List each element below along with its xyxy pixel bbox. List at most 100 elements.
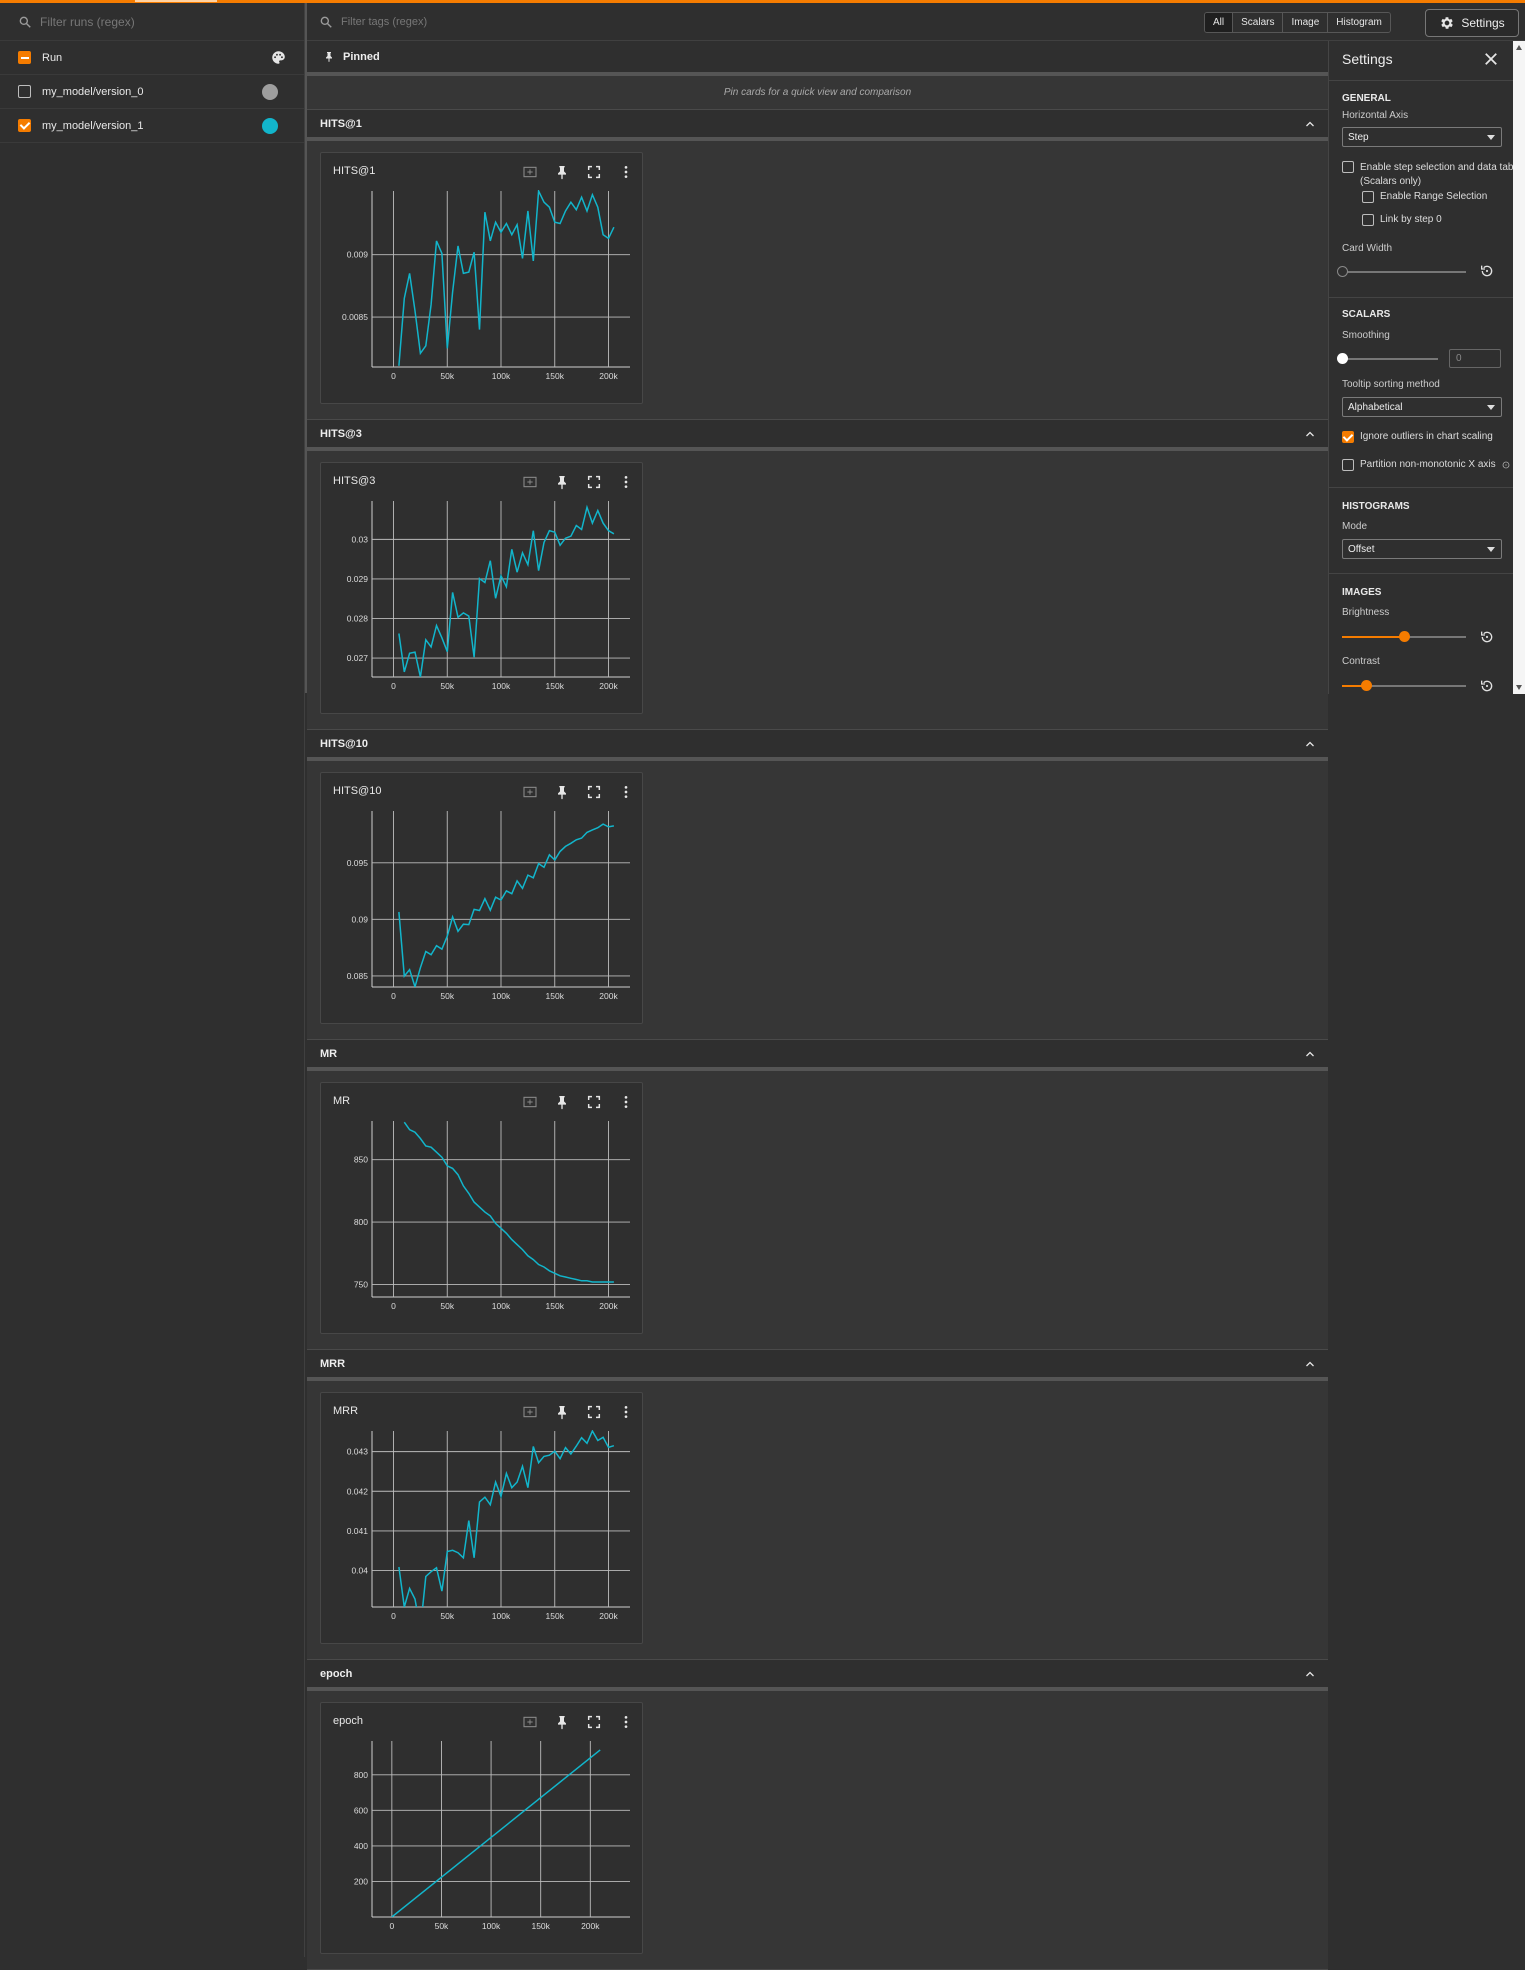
chip-histogram[interactable]: Histogram xyxy=(1328,13,1390,32)
partition-option[interactable]: Partition non-monotonic X axis xyxy=(1342,459,1510,471)
run-color-swatch[interactable] xyxy=(262,83,278,100)
more-vert-icon[interactable] xyxy=(618,474,634,490)
more-vert-icon[interactable] xyxy=(618,164,634,180)
chevron-up-icon[interactable] xyxy=(1304,1048,1316,1060)
help-icon[interactable] xyxy=(1502,461,1510,469)
fit-domain-icon[interactable] xyxy=(522,1404,538,1420)
contrast-thumb[interactable] xyxy=(1361,680,1373,691)
group-header[interactable]: MR xyxy=(307,1040,1328,1071)
run-checkbox[interactable] xyxy=(18,119,31,132)
link-by-step-option[interactable]: Link by step 0 xyxy=(1362,214,1442,226)
run-color-swatch[interactable] xyxy=(262,117,278,134)
fullscreen-button[interactable] xyxy=(584,162,604,182)
group-header[interactable]: HITS@10 xyxy=(307,730,1328,761)
pin-button[interactable] xyxy=(552,1092,572,1112)
partition-checkbox[interactable] xyxy=(1342,459,1354,471)
smoothing-thumb[interactable] xyxy=(1337,353,1348,364)
fit-domain-icon[interactable] xyxy=(522,474,538,490)
fullscreen-icon[interactable] xyxy=(586,474,602,490)
chip-scalars[interactable]: Scalars xyxy=(1233,13,1284,32)
more-vert-icon[interactable] xyxy=(618,1714,634,1730)
pin-icon[interactable] xyxy=(554,1404,570,1420)
fit-domain-icon[interactable] xyxy=(522,784,538,800)
tags-search-bar[interactable]: Filter tags (regex) xyxy=(319,3,427,41)
pin-icon[interactable] xyxy=(554,1714,570,1730)
ignore-outliers-option[interactable]: Ignore outliers in chart scaling xyxy=(1342,431,1493,443)
pin-icon[interactable] xyxy=(554,164,570,180)
fullscreen-icon[interactable] xyxy=(586,1094,602,1110)
chip-image[interactable]: Image xyxy=(1283,13,1329,32)
fit-domain-button[interactable] xyxy=(520,782,540,802)
smoothing-input[interactable]: 0 xyxy=(1449,349,1501,368)
fit-domain-button[interactable] xyxy=(520,472,540,492)
pin-icon[interactable] xyxy=(554,474,570,490)
range-selection-checkbox[interactable] xyxy=(1362,191,1374,203)
close-icon[interactable] xyxy=(1482,50,1500,68)
fit-domain-button[interactable] xyxy=(520,162,540,182)
card-width-thumb[interactable] xyxy=(1337,266,1348,277)
more-vert-button[interactable] xyxy=(616,782,636,802)
more-vert-button[interactable] xyxy=(616,162,636,182)
more-vert-button[interactable] xyxy=(616,1402,636,1422)
step-selection-checkbox[interactable] xyxy=(1342,161,1354,173)
pin-button[interactable] xyxy=(552,1402,572,1422)
pin-icon[interactable] xyxy=(554,1094,570,1110)
line-chart[interactable]: 0 50k 100k 150k 200k 0.027 0.028 0.029 0.03 xyxy=(321,463,644,715)
tooltip-sorting-select[interactable]: Alphabetical xyxy=(1342,397,1502,417)
group-header[interactable]: HITS@1 xyxy=(307,110,1328,141)
run-checkbox[interactable] xyxy=(18,85,31,98)
brightness-thumb[interactable] xyxy=(1398,631,1410,642)
reset-icon[interactable] xyxy=(1479,678,1495,694)
chevron-up-icon[interactable] xyxy=(1304,118,1316,130)
range-selection-option[interactable]: Enable Range Selection xyxy=(1362,191,1487,203)
select-all-checkbox[interactable] xyxy=(18,51,31,64)
group-header[interactable]: HITS@3 xyxy=(307,420,1328,451)
smoothing-slider[interactable] xyxy=(1342,358,1438,360)
fit-domain-button[interactable] xyxy=(520,1092,540,1112)
line-chart[interactable]: 0 50k 100k 150k 200k 750 800 850 xyxy=(321,1083,644,1335)
chip-all[interactable]: All xyxy=(1205,13,1234,32)
fullscreen-button[interactable] xyxy=(584,472,604,492)
fit-domain-button[interactable] xyxy=(520,1402,540,1422)
runs-search-bar[interactable]: Filter runs (regex) xyxy=(0,3,304,41)
chevron-up-icon[interactable] xyxy=(1304,1358,1316,1370)
mode-select[interactable]: Offset xyxy=(1342,539,1502,559)
more-vert-icon[interactable] xyxy=(618,1404,634,1420)
line-chart[interactable]: 0 50k 100k 150k 200k 0.0085 0.009 xyxy=(321,153,644,405)
line-chart[interactable]: 0 50k 100k 150k 200k 0.085 0.09 0.095 xyxy=(321,773,644,1025)
fit-domain-icon[interactable] xyxy=(522,1714,538,1730)
fullscreen-icon[interactable] xyxy=(586,784,602,800)
pin-icon[interactable] xyxy=(554,784,570,800)
reset-icon[interactable] xyxy=(1479,263,1495,279)
palette-icon[interactable] xyxy=(271,50,286,65)
more-vert-icon[interactable] xyxy=(618,784,634,800)
ignore-outliers-checkbox[interactable] xyxy=(1342,431,1354,443)
pin-button[interactable] xyxy=(552,782,572,802)
fullscreen-button[interactable] xyxy=(584,782,604,802)
fullscreen-button[interactable] xyxy=(584,1712,604,1732)
fit-domain-icon[interactable] xyxy=(522,1094,538,1110)
settings-scrollbar[interactable] xyxy=(1513,41,1525,694)
pin-button[interactable] xyxy=(552,472,572,492)
fit-domain-icon[interactable] xyxy=(522,164,538,180)
settings-button[interactable]: Settings xyxy=(1425,9,1519,37)
fullscreen-icon[interactable] xyxy=(586,1404,602,1420)
pin-button[interactable] xyxy=(552,1712,572,1732)
fullscreen-icon[interactable] xyxy=(586,1714,602,1730)
run-row[interactable]: my_model/version_0 xyxy=(0,75,304,109)
card-width-slider[interactable] xyxy=(1342,271,1466,273)
horizontal-axis-select[interactable]: Step xyxy=(1342,127,1502,147)
step-selection-option[interactable]: Enable step selection and data table (Sc… xyxy=(1342,161,1521,189)
link-by-step-checkbox[interactable] xyxy=(1362,214,1374,226)
more-vert-button[interactable] xyxy=(616,1712,636,1732)
more-vert-icon[interactable] xyxy=(618,1094,634,1110)
group-header[interactable]: epoch xyxy=(307,1660,1328,1691)
chevron-up-icon[interactable] xyxy=(1304,1668,1316,1680)
fit-domain-button[interactable] xyxy=(520,1712,540,1732)
group-header[interactable]: MRR xyxy=(307,1350,1328,1381)
pin-button[interactable] xyxy=(552,162,572,182)
fullscreen-icon[interactable] xyxy=(586,164,602,180)
fullscreen-button[interactable] xyxy=(584,1092,604,1112)
line-chart[interactable]: 0 50k 100k 150k 200k 0.04 0.041 0.042 0.043 xyxy=(321,1393,644,1645)
more-vert-button[interactable] xyxy=(616,1092,636,1112)
